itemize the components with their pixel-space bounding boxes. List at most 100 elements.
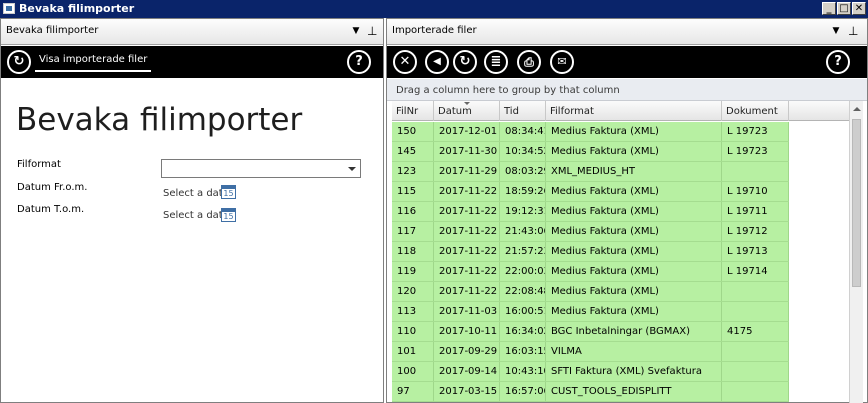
cell-dokument — [722, 162, 789, 181]
column-header-tid[interactable]: Tid — [500, 101, 546, 121]
refresh-icon[interactable]: ↻ — [7, 50, 31, 74]
datum-from-label: Datum Fr.o.m. — [17, 182, 88, 193]
column-header-dokument[interactable]: Dokument — [722, 101, 789, 121]
table-row[interactable]: 117 2017-11-22 21:43:06 Medius Faktura (XML… — [392, 222, 789, 242]
right-pane: Importerade filer ▼ ⊥ ✕ ◀ ↻ ≣ ⎙ ✉ ? Drag… — [386, 18, 868, 403]
pin-icon[interactable]: ⊥ — [367, 24, 377, 38]
cell-tid: 16:34:02 — [500, 322, 546, 341]
close-icon[interactable]: ✕ — [393, 50, 417, 74]
dropdown-arrow-icon[interactable]: ▼ — [831, 26, 841, 36]
cell-tid: 22:00:03 — [500, 262, 546, 281]
table-row[interactable]: 101 2017-09-29 16:03:15 VILMA — [392, 342, 789, 362]
cell-datum: 2017-11-22 — [434, 262, 500, 281]
cell-filformat: Medius Faktura (XML) — [546, 262, 722, 281]
cell-datum: 2017-12-01 — [434, 122, 500, 141]
cell-dokument: L 19711 — [722, 202, 789, 221]
maximize-button[interactable]: □ — [837, 2, 851, 15]
cell-filformat: Medius Faktura (XML) — [546, 202, 722, 221]
cell-filformat: Medius Faktura (XML) — [546, 282, 722, 301]
cell-dokument — [722, 342, 789, 361]
table-row[interactable]: 123 2017-11-29 08:03:29 XML_MEDIUS_HT — [392, 162, 789, 182]
cell-tid: 22:08:48 — [500, 282, 546, 301]
back-icon[interactable]: ◀ — [425, 50, 449, 74]
cell-filformat: Medius Faktura (XML) — [546, 242, 722, 261]
print-icon[interactable]: ⎙ — [517, 50, 541, 74]
scroll-up-icon[interactable] — [853, 107, 861, 111]
column-header-filnr[interactable]: FilNr — [392, 101, 434, 121]
minimize-button[interactable]: _ — [822, 2, 836, 15]
cell-dokument — [722, 302, 789, 321]
cell-datum: 2017-11-22 — [434, 182, 500, 201]
table-row[interactable]: 113 2017-11-03 16:00:51 Medius Faktura (XML… — [392, 302, 789, 322]
table-row[interactable]: 118 2017-11-22 21:57:23 Medius Faktura (XML… — [392, 242, 789, 262]
table-row[interactable]: 150 2017-12-01 08:34:41 Medius Faktura (XML… — [392, 122, 789, 142]
column-header-datum[interactable]: Datum — [434, 101, 500, 121]
cell-datum: 2017-11-22 — [434, 202, 500, 221]
export-icon[interactable]: ≣ — [484, 50, 508, 74]
table-row[interactable]: 115 2017-11-22 18:59:26 Medius Faktura (XML… — [392, 182, 789, 202]
chevron-down-icon[interactable] — [348, 167, 356, 171]
help-icon[interactable]: ? — [347, 50, 371, 74]
cell-dokument — [722, 282, 789, 301]
cell-filnr: 97 — [392, 382, 434, 401]
cell-tid: 16:03:15 — [500, 342, 546, 361]
cell-dokument: 4175 — [722, 322, 789, 341]
close-button[interactable]: ✕ — [852, 2, 866, 15]
datum-tom-picker[interactable]: Select a date — [163, 210, 229, 221]
cell-filformat: Medius Faktura (XML) — [546, 142, 722, 161]
table-row[interactable]: 120 2017-11-22 22:08:48 Medius Faktura (XML… — [392, 282, 789, 302]
cell-filformat: Medius Faktura (XML) — [546, 222, 722, 241]
cell-datum: 2017-11-22 — [434, 282, 500, 301]
cell-filnr: 101 — [392, 342, 434, 361]
cell-tid: 18:59:26 — [500, 182, 546, 201]
datum-from-picker[interactable]: Select a date — [163, 188, 229, 199]
cell-tid: 21:43:06 — [500, 222, 546, 241]
table-row[interactable]: 97 2017-03-15 16:57:06 CUST_TOOLS_EDISPLITT — [392, 382, 789, 402]
cell-datum: 2017-11-30 — [434, 142, 500, 161]
refresh-icon[interactable]: ↻ — [453, 50, 477, 74]
cell-filnr: 118 — [392, 242, 434, 261]
cell-tid: 10:43:10 — [500, 362, 546, 381]
right-pane-header: Importerade filer ▼ ⊥ — [387, 19, 867, 45]
table-row[interactable]: 119 2017-11-22 22:00:03 Medius Faktura (XML… — [392, 262, 789, 282]
vertical-scrollbar[interactable] — [849, 101, 863, 403]
cell-datum: 2017-11-22 — [434, 222, 500, 241]
scroll-thumb[interactable] — [852, 119, 861, 287]
group-by-panel[interactable]: Drag a column here to group by that colu… — [387, 79, 867, 101]
cell-filnr: 120 — [392, 282, 434, 301]
cell-dokument: L 19723 — [722, 122, 789, 141]
window-titlebar: Bevaka filimporter _ □ ✕ — [0, 0, 868, 18]
cell-datum: 2017-11-03 — [434, 302, 500, 321]
table-row[interactable]: 100 2017-09-14 10:43:10 SFTI Faktura (XML) … — [392, 362, 789, 382]
cell-tid: 08:03:29 — [500, 162, 546, 181]
cell-dokument: L 19714 — [722, 262, 789, 281]
cell-dokument: L 19723 — [722, 142, 789, 161]
column-header-filformat[interactable]: Filformat — [546, 101, 722, 121]
calendar-icon[interactable]: 15 — [221, 185, 236, 199]
left-pane: Bevaka filimporter ▼ ⊥ ↻ Visa importerad… — [0, 18, 384, 403]
tab-visa-importerade-filer[interactable]: Visa importerade filer — [34, 54, 152, 72]
cell-datum: 2017-10-11 — [434, 322, 500, 341]
delete-icon[interactable]: ✉ — [550, 50, 574, 74]
left-toolbar: ↻ Visa importerade filer ? — [1, 46, 383, 78]
filformat-combobox[interactable] — [161, 159, 361, 178]
pin-icon[interactable]: ⊥ — [848, 24, 858, 38]
cell-filformat: XML_MEDIUS_HT — [546, 162, 722, 181]
dropdown-arrow-icon[interactable]: ▼ — [351, 26, 361, 36]
calendar-icon[interactable]: 15 — [221, 208, 236, 222]
cell-filformat: SFTI Faktura (XML) Svefaktura — [546, 362, 722, 381]
page-title: Bevaka filimporter — [16, 102, 303, 138]
cell-filnr: 150 — [392, 122, 434, 141]
left-pane-header: Bevaka filimporter ▼ ⊥ — [1, 19, 383, 45]
cell-tid: 19:12:31 — [500, 202, 546, 221]
cell-tid: 16:57:06 — [500, 382, 546, 401]
table-row[interactable]: 145 2017-11-30 10:34:52 Medius Faktura (XML… — [392, 142, 789, 162]
cell-filformat: BGC Inbetalningar (BGMAX) — [546, 322, 722, 341]
table-row[interactable]: 110 2017-10-11 16:34:02 BGC Inbetalningar (… — [392, 322, 789, 342]
cell-tid: 16:00:51 — [500, 302, 546, 321]
cell-datum: 2017-11-22 — [434, 242, 500, 261]
help-icon[interactable]: ? — [826, 50, 850, 74]
table-row[interactable]: 116 2017-11-22 19:12:31 Medius Faktura (XML… — [392, 202, 789, 222]
grid-header: FilNr Datum Tid Filformat Dokument — [392, 101, 852, 121]
cell-filnr: 116 — [392, 202, 434, 221]
